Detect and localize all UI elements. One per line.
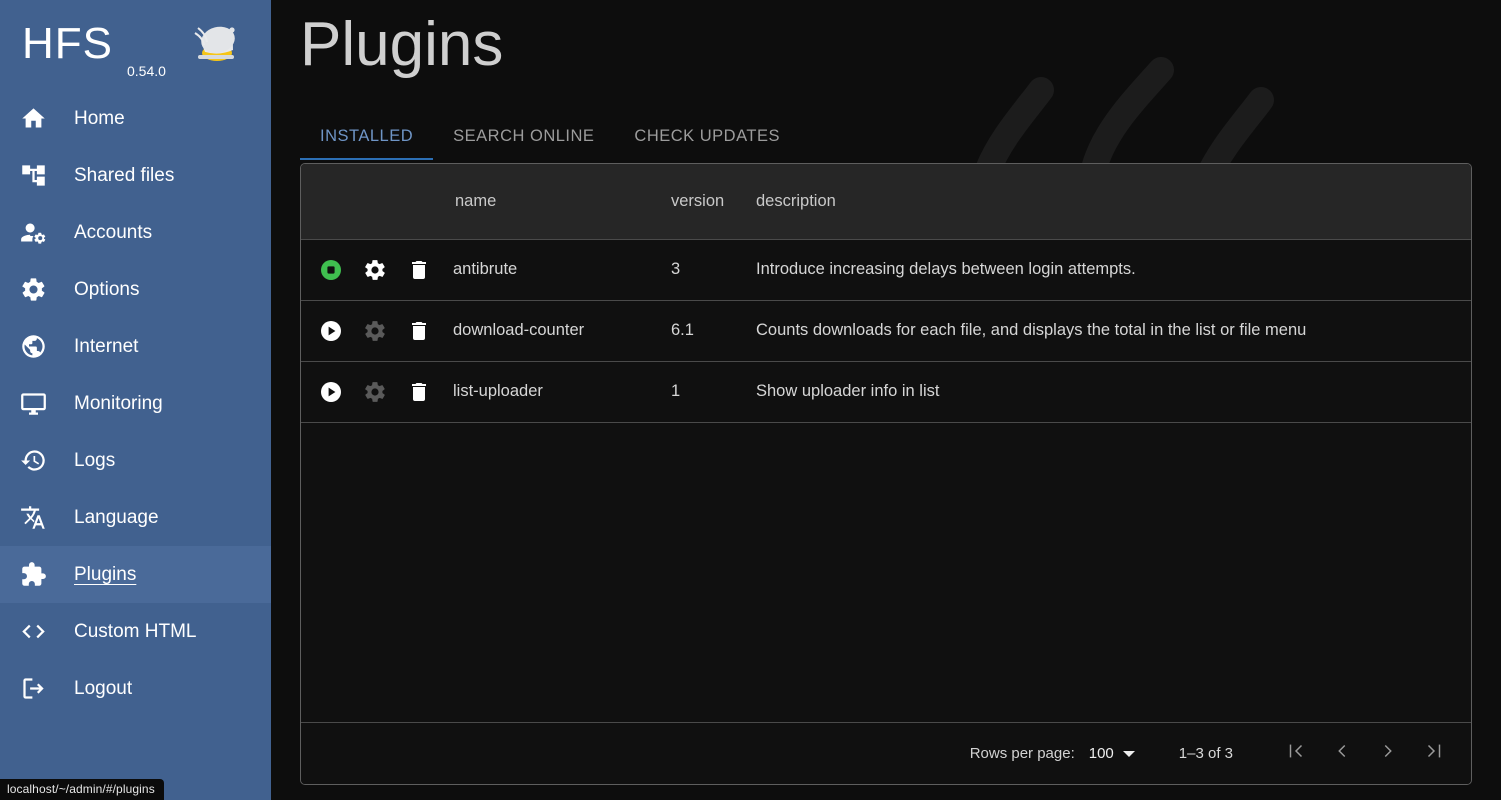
last-page-button[interactable] bbox=[1411, 733, 1457, 775]
plugins-table: name version description antibrute 3 Int… bbox=[301, 164, 1471, 422]
table-empty-space bbox=[301, 422, 1471, 722]
main-content: Plugins INSTALLED SEARCH ONLINE CHECK UP… bbox=[271, 0, 1501, 800]
row-description: Counts downloads for each file, and disp… bbox=[756, 321, 1307, 339]
row-version: 3 bbox=[671, 260, 681, 278]
status-bar-url: localhost/~/admin/#/plugins bbox=[0, 779, 164, 800]
sidebar-item-custom-html[interactable]: Custom HTML bbox=[0, 603, 271, 660]
table-row: download-counter 6.1 Counts downloads fo… bbox=[301, 300, 1471, 361]
trash-icon[interactable] bbox=[406, 318, 432, 344]
code-icon bbox=[18, 617, 48, 647]
sidebar-item-logs[interactable]: Logs bbox=[0, 432, 271, 489]
history-icon bbox=[18, 446, 48, 476]
column-header-name: name bbox=[455, 191, 497, 210]
puzzle-icon bbox=[18, 560, 48, 590]
app-window: HFS 0.54.0 Home Shared files Accounts Op… bbox=[0, 0, 1501, 800]
monitor-icon bbox=[18, 389, 48, 419]
serving-dish-icon bbox=[192, 22, 240, 64]
table-header-row: name version description bbox=[301, 164, 1471, 239]
column-header-actions bbox=[301, 164, 453, 239]
pagination-range: 1–3 of 3 bbox=[1178, 745, 1233, 762]
chevron-down-icon bbox=[1122, 750, 1135, 757]
trash-icon[interactable] bbox=[406, 379, 432, 405]
play-circle-icon[interactable] bbox=[318, 379, 344, 405]
sidebar-item-label: Monitoring bbox=[74, 392, 163, 414]
row-name: download-counter bbox=[453, 321, 585, 339]
brand-header: HFS 0.54.0 bbox=[0, 0, 271, 88]
sidebar-item-logout[interactable]: Logout bbox=[0, 660, 271, 717]
tab-bar: INSTALLED SEARCH ONLINE CHECK UPDATES bbox=[300, 114, 1472, 160]
sidebar-item-internet[interactable]: Internet bbox=[0, 318, 271, 375]
gear-icon[interactable] bbox=[362, 379, 388, 405]
play-circle-icon[interactable] bbox=[318, 318, 344, 344]
rows-per-page-value: 100 bbox=[1088, 745, 1114, 762]
sidebar: HFS 0.54.0 Home Shared files Accounts Op… bbox=[0, 0, 271, 800]
sidebar-item-accounts[interactable]: Accounts bbox=[0, 204, 271, 261]
trash-icon[interactable] bbox=[406, 257, 432, 283]
home-icon bbox=[18, 104, 48, 134]
row-description: Introduce increasing delays between logi… bbox=[756, 260, 1136, 278]
row-version: 1 bbox=[671, 382, 681, 401]
prev-page-button[interactable] bbox=[1319, 733, 1365, 775]
sidebar-item-label: Options bbox=[74, 278, 140, 300]
page-title: Plugins bbox=[300, 10, 504, 79]
logout-icon bbox=[18, 674, 48, 704]
sidebar-item-label: Language bbox=[74, 506, 159, 528]
tab-check-updates[interactable]: CHECK UPDATES bbox=[614, 127, 800, 160]
sidebar-item-label: Plugins bbox=[74, 563, 137, 585]
tab-installed[interactable]: INSTALLED bbox=[300, 127, 434, 160]
globe-icon bbox=[18, 332, 48, 362]
stop-circle-icon[interactable] bbox=[318, 257, 344, 283]
sidebar-item-label: Custom HTML bbox=[74, 620, 197, 642]
gear-icon[interactable] bbox=[362, 318, 388, 344]
plugins-table-card: name version description antibrute 3 Int… bbox=[300, 163, 1472, 785]
row-name: antibrute bbox=[453, 260, 518, 278]
chevron-right-icon bbox=[1377, 740, 1399, 767]
sidebar-item-home[interactable]: Home bbox=[0, 90, 271, 147]
sidebar-item-label: Logs bbox=[74, 449, 116, 471]
row-actions-cell bbox=[301, 239, 453, 300]
sidebar-item-monitoring[interactable]: Monitoring bbox=[0, 375, 271, 432]
sidebar-item-plugins[interactable]: Plugins bbox=[0, 546, 271, 603]
table-row: antibrute 3 Introduce increasing delays … bbox=[301, 239, 1471, 300]
row-description: Show uploader info in list bbox=[756, 382, 940, 401]
row-actions-cell bbox=[301, 300, 453, 361]
row-name: list-uploader bbox=[453, 382, 543, 401]
brand-name: HFS bbox=[22, 19, 113, 68]
rows-per-page-select[interactable]: 100 bbox=[1089, 745, 1135, 762]
translate-icon bbox=[18, 503, 48, 533]
row-version: 6.1 bbox=[671, 321, 694, 339]
tab-search-online[interactable]: SEARCH ONLINE bbox=[433, 127, 614, 160]
rows-per-page-label: Rows per page: bbox=[969, 745, 1075, 762]
brand-version: 0.54.0 bbox=[127, 63, 166, 79]
sidebar-item-language[interactable]: Language bbox=[0, 489, 271, 546]
column-header-version: version bbox=[671, 191, 725, 210]
next-page-button[interactable] bbox=[1365, 733, 1411, 775]
first-page-button[interactable] bbox=[1273, 733, 1319, 775]
sidebar-item-shared-files[interactable]: Shared files bbox=[0, 147, 271, 204]
table-body: antibrute 3 Introduce increasing delays … bbox=[301, 239, 1471, 422]
sidebar-item-label: Shared files bbox=[74, 164, 175, 186]
table-pagination: Rows per page: 100 1–3 of 3 bbox=[301, 722, 1471, 784]
sidebar-item-label: Logout bbox=[74, 677, 133, 699]
last-page-icon bbox=[1423, 740, 1445, 767]
table-head: name version description bbox=[301, 164, 1471, 239]
sidebar-item-options[interactable]: Options bbox=[0, 261, 271, 318]
chevron-left-icon bbox=[1331, 740, 1353, 767]
sidebar-item-label: Accounts bbox=[74, 221, 153, 243]
manage-accounts-icon bbox=[18, 218, 48, 248]
gear-icon[interactable] bbox=[362, 257, 388, 283]
sidebar-item-label: Home bbox=[74, 107, 125, 129]
column-header-description: description bbox=[756, 191, 836, 210]
account-tree-icon bbox=[18, 161, 48, 191]
first-page-icon bbox=[1285, 740, 1307, 767]
row-actions-cell bbox=[301, 361, 453, 422]
table-row: list-uploader 1 Show uploader info in li… bbox=[301, 361, 1471, 422]
sidebar-item-label: Internet bbox=[74, 335, 139, 357]
sidebar-nav: Home Shared files Accounts Options Inter… bbox=[0, 88, 271, 717]
gear-icon bbox=[18, 275, 48, 305]
